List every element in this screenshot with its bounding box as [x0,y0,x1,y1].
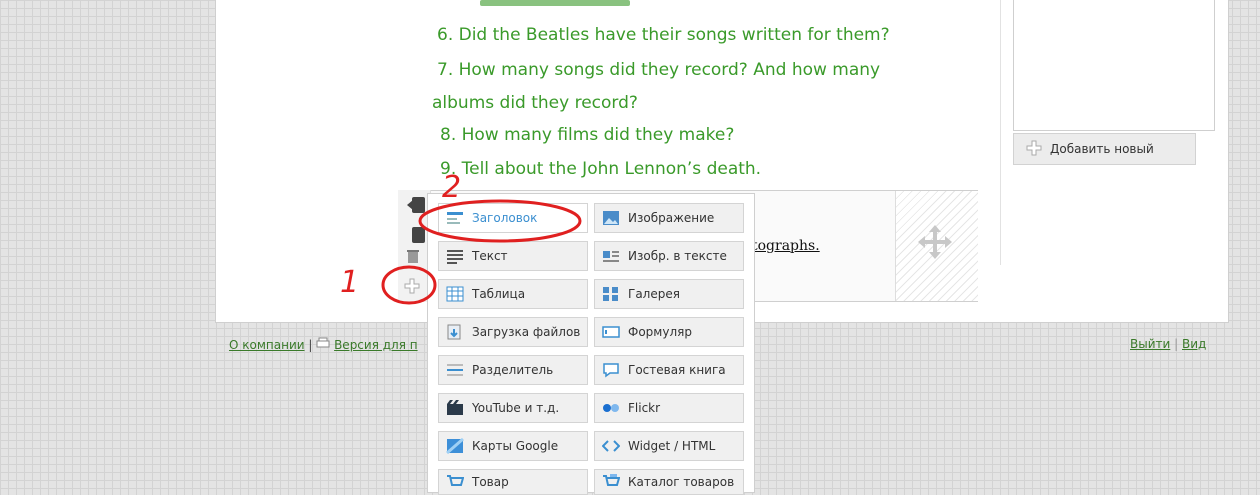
menu-item-google-maps[interactable]: Карты Google [438,431,588,461]
print-version-link[interactable]: Версия для п [334,338,418,352]
guestbook-icon [603,363,619,378]
menu-item-divider[interactable]: Разделитель [438,355,588,385]
footer-separator: | [308,338,313,352]
google-maps-icon [446,438,464,454]
question-6: 6. Did the Beatles have their songs writ… [437,25,890,45]
menu-item-label: Widget / HTML [628,439,716,453]
menu-item-label: Заголовок [472,211,538,225]
add-new-button[interactable]: Добавить новый [1013,133,1196,165]
menu-item-gallery[interactable]: Галерея [594,279,744,309]
menu-item-widget-html[interactable]: Widget / HTML [594,431,744,461]
about-company-link[interactable]: О компании [229,338,305,352]
menu-item-label: Изображение [628,211,715,225]
question-7: 7. How many songs did they record? And h… [437,60,881,80]
clipped-question-line [480,0,630,6]
trash-icon[interactable] [406,248,420,268]
plus-icon [1026,140,1042,159]
move-up-icon[interactable] [406,196,426,218]
menu-item-label: Галерея [628,287,680,301]
menu-item-label: Товар [472,475,509,489]
menu-item-label: Таблица [472,287,526,301]
menu-item-label: Текст [472,249,508,263]
menu-item-label: Изобр. в тексте [628,249,727,263]
flickr-icon [603,404,619,412]
image-icon [603,211,619,225]
widget-html-icon [602,440,620,452]
footer-right-links: Выйти | Вид [1130,337,1206,351]
menu-item-label: Гостевая книга [628,363,726,377]
catalog-icon [603,474,620,486]
move-down-icon[interactable] [406,226,426,248]
gallery-icon [603,287,618,301]
menu-item-label: Формуляр [628,325,692,339]
menu-item-label: Карты Google [472,439,559,453]
question-7-continued: albums did they record? [432,93,638,113]
block-link-text[interactable]: tographs. [752,238,820,254]
add-block-button[interactable] [398,273,426,299]
menu-item-image-in-text[interactable]: Изобр. в тексте [594,241,744,271]
menu-item-form[interactable]: Формуляр [594,317,744,347]
menu-item-label: Flickr [628,401,661,415]
menu-item-label: Разделитель [472,363,554,377]
menu-item-label: YouTube и т.д. [472,401,560,415]
column-divider [1000,0,1001,265]
plus-icon [404,278,420,294]
view-link[interactable]: Вид [1182,337,1206,351]
menu-item-product[interactable]: Товар [438,469,588,495]
menu-item-file-upload[interactable]: Загрузка файлов [438,317,588,347]
question-8: 8. How many films did they make? [440,125,735,145]
question-9: 9. Tell about the John Lennon’s death. [440,159,762,179]
divider-icon [447,364,463,376]
logout-link[interactable]: Выйти [1130,337,1170,351]
text-icon [447,250,463,264]
add-new-label: Добавить новый [1050,142,1154,156]
menu-item-youtube[interactable]: YouTube и т.д. [438,393,588,423]
sidebar-panel [1013,0,1215,131]
footer-links: О компании | Версия для п [229,337,418,352]
menu-item-label: Загрузка файлов [472,325,581,339]
menu-item-table[interactable]: Таблица [438,279,588,309]
print-icon [316,337,334,352]
footer-separator: | [1174,337,1179,351]
menu-item-heading[interactable]: Заголовок [438,203,588,233]
menu-item-catalog[interactable]: Каталог товаров [594,469,744,495]
youtube-icon [447,400,463,415]
image-in-text-icon [603,251,619,262]
menu-item-image[interactable]: Изображение [594,203,744,233]
form-icon [602,326,620,338]
menu-item-label: Каталог товаров [628,475,735,489]
menu-item-flickr[interactable]: Flickr [594,393,744,423]
menu-item-text[interactable]: Текст [438,241,588,271]
file-upload-icon [447,324,461,340]
product-icon [447,475,464,486]
table-icon [446,286,464,302]
heading-icon [447,212,463,224]
menu-item-guestbook[interactable]: Гостевая книга [594,355,744,385]
move-icon[interactable] [915,222,955,266]
